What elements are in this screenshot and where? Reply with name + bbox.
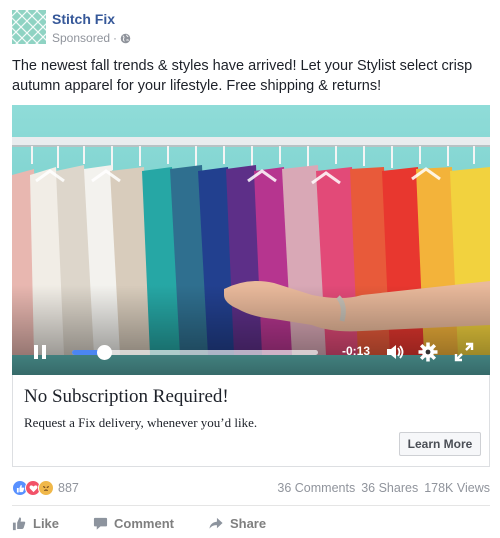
gear-icon[interactable] <box>417 341 439 363</box>
like-label: Like <box>33 515 60 531</box>
action-divider <box>12 505 490 506</box>
post-meta: Sponsored · <box>52 31 131 45</box>
stats-links: 36 Comments 36 Shares 178K Views <box>277 478 490 498</box>
progress-knob[interactable] <box>96 345 112 360</box>
volume-icon[interactable] <box>384 341 406 363</box>
post-actions: Like Comment Share <box>12 512 490 534</box>
post-text: The newest fall trends & styles have arr… <box>12 58 473 94</box>
shares-count-link[interactable]: 36 Shares <box>361 481 418 495</box>
video-player[interactable]: -0:13 <box>12 105 490 375</box>
comment-button[interactable]: Comment <box>93 512 174 534</box>
thumbs-up-icon <box>12 516 26 530</box>
learn-more-button[interactable]: Learn More <box>399 432 481 456</box>
link-card[interactable]: No Subscription Required! Request a Fix … <box>12 375 490 467</box>
reaction-count: 887 <box>58 481 79 495</box>
time-remaining: -0:13 <box>342 344 371 358</box>
page-avatar[interactable] <box>12 10 46 44</box>
card-description: Request a Fix delivery, whenever you’d l… <box>24 415 258 430</box>
views-count: 178K Views <box>424 481 490 495</box>
like-button[interactable]: Like <box>12 512 59 534</box>
comment-label: Comment <box>114 515 174 531</box>
share-label: Share <box>229 515 267 531</box>
share-button[interactable]: Share <box>208 512 266 534</box>
share-arrow-icon <box>209 517 223 529</box>
page-name-link[interactable]: Stitch Fix <box>52 11 115 27</box>
comments-count-link[interactable]: 36 Comments <box>277 481 355 495</box>
video-progress-bar[interactable] <box>72 345 318 360</box>
card-title: No Subscription Required! <box>24 386 229 407</box>
angry-reaction-icon <box>38 480 54 496</box>
fullscreen-icon[interactable] <box>453 341 475 363</box>
globe-icon <box>120 33 131 43</box>
reaction-summary[interactable]: 887 <box>12 478 79 498</box>
sponsored-label[interactable]: Sponsored <box>52 31 110 45</box>
post-header: Stitch Fix Sponsored · <box>12 10 488 50</box>
pause-icon[interactable] <box>34 345 48 359</box>
stitch-fix-logo-icon <box>12 10 46 44</box>
engagement-stats: 887 36 Comments 36 Shares 178K Views <box>12 478 490 498</box>
video-controls: -0:13 <box>12 333 490 373</box>
meta-separator: · <box>113 31 118 45</box>
comment-icon <box>93 517 108 530</box>
